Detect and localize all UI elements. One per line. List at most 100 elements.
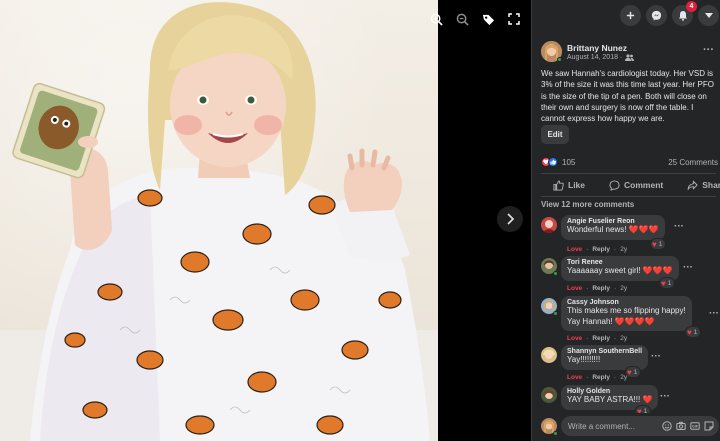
comment-love-link[interactable]: Love [567, 335, 582, 342]
post-header: Brittany Nunez August 14, 2018 · ··· [541, 40, 716, 66]
view-more-comments-link[interactable]: View 12 more comments [541, 200, 634, 209]
commenter-name[interactable]: Cassy Johnson [567, 299, 686, 306]
comment-time[interactable]: 2y [620, 285, 627, 292]
post-photo[interactable] [0, 0, 438, 441]
top-bar: 4 [532, 0, 720, 32]
comment-reply-link[interactable]: Reply [592, 374, 610, 381]
bell-icon [678, 11, 687, 21]
author-name[interactable]: Brittany Nunez [567, 43, 627, 53]
comment-reactions[interactable]: ♥ 1 [686, 327, 701, 337]
comment-reactions[interactable]: ♥ 1 [651, 239, 666, 249]
commenter-avatar[interactable] [541, 387, 557, 403]
like-reaction-icon [548, 157, 558, 167]
commenter-name[interactable]: Tori Renee [567, 259, 673, 266]
commenter-avatar[interactable] [541, 347, 557, 363]
commenter-name[interactable]: Shannyn SouthernBell [567, 348, 642, 355]
comment-button[interactable]: Comment [597, 176, 675, 194]
emoji-icon[interactable] [662, 421, 672, 431]
love-reaction-icon: ♥ [652, 239, 657, 249]
comment-actions: Love · Reply · 2y [567, 335, 628, 342]
comment-love-link[interactable]: Love [567, 285, 582, 292]
account-menu-button[interactable] [698, 5, 719, 26]
comment-item: Cassy Johnson This makes me so flipping … [541, 296, 720, 344]
comment-options-button[interactable]: ··· [660, 391, 670, 402]
sticker-icon[interactable] [704, 421, 714, 431]
fullscreen-button[interactable] [504, 9, 524, 29]
love-reaction-icon: ♥ [661, 278, 666, 288]
comment-item: Tori Renee Yaaaaaay sweet girl! ❤️❤️❤️ ♥… [541, 256, 720, 296]
gif-icon[interactable]: GIF [690, 421, 700, 431]
comment-reply-link[interactable]: Reply [592, 246, 610, 253]
comment-actions: Love · Reply · 2y [567, 374, 628, 381]
comment-options-button[interactable]: ··· [709, 308, 719, 319]
comments-count[interactable]: 25 Comments [668, 158, 718, 167]
comment-reaction-count: 1 [643, 407, 648, 414]
photo-theater: 4 Brittany Nunez August 14, 2018 · ··· W… [0, 0, 720, 441]
comment-options-button[interactable]: ··· [674, 221, 684, 232]
post-text: We saw Hannah's cardiologist today. Her … [541, 69, 714, 124]
camera-icon[interactable] [676, 421, 686, 431]
svg-text:GIF: GIF [692, 425, 699, 429]
plus-icon [626, 11, 635, 20]
like-label: Like [568, 180, 586, 190]
love-reaction-icon: ♥ [627, 367, 632, 377]
post-options-button[interactable]: ··· [703, 44, 714, 56]
composer-icons: GIF [662, 421, 714, 431]
post-date[interactable]: August 14, 2018 · [567, 54, 622, 61]
comment-reactions[interactable]: ♥ 1 [636, 406, 651, 414]
post-details-panel: 4 Brittany Nunez August 14, 2018 · ··· W… [531, 0, 720, 441]
zoom-in-button[interactable] [426, 9, 446, 29]
comment-reply-link[interactable]: Reply [592, 285, 610, 292]
comment-time[interactable]: 2y [620, 246, 627, 253]
comment-text: Yaaaaaay sweet girl! ❤️❤️❤️ [567, 266, 673, 275]
reactions-summary[interactable]: 105 25 Comments [541, 156, 720, 168]
commenter-avatar[interactable] [541, 217, 557, 233]
zoom-out-icon [456, 13, 469, 26]
comment-options-button[interactable]: ··· [683, 262, 693, 273]
comment-options-button[interactable]: ··· [651, 351, 661, 362]
comment-text: Wonderful news! ❤️❤️❤️ [567, 225, 659, 234]
comment-reactions[interactable]: ♥ 1 [660, 278, 675, 288]
comment-reaction-count: 1 [693, 328, 698, 336]
caret-down-icon [704, 12, 713, 18]
zoom-in-icon [430, 13, 443, 26]
tag-photo-button[interactable] [478, 9, 498, 29]
love-reaction-icon: ♥ [687, 327, 692, 337]
comment-time[interactable]: 2y [620, 335, 627, 342]
comment-reply-link[interactable]: Reply [592, 335, 610, 342]
post-actions: Like Comment Share [541, 176, 720, 194]
tag-icon [482, 14, 494, 25]
comment-item: Shannyn SouthernBell Yay!!!!!!!!! ♥ 1 ··… [541, 345, 720, 385]
friends-icon [625, 54, 635, 61]
like-button[interactable]: Like [541, 176, 597, 194]
commenter-name[interactable]: Holly Golden [567, 388, 652, 395]
commenter-name[interactable]: Angie Fuselier Reon [567, 218, 659, 225]
share-button[interactable]: Share [675, 176, 720, 194]
more-dots-icon: ··· [703, 44, 714, 56]
comment-time[interactable]: 2y [620, 374, 627, 381]
love-reaction-icon: ♥ [637, 406, 642, 414]
comment-bubble: Cassy Johnson This makes me so flipping … [561, 296, 692, 331]
comment-bubble: Shannyn SouthernBell Yay!!!!!!!!! [561, 345, 649, 370]
create-button[interactable] [620, 5, 641, 26]
notifications-button[interactable]: 4 [672, 1, 697, 26]
divider [541, 196, 716, 197]
comment-reactions[interactable]: ♥ 1 [626, 367, 641, 377]
next-photo-button[interactable] [497, 206, 523, 232]
zoom-out-button[interactable] [452, 9, 472, 29]
comment-text: YAY BABY ASTRA!!! ❤️ [567, 395, 653, 404]
comment-bubble: Tori Renee Yaaaaaay sweet girl! ❤️❤️❤️ [561, 256, 679, 281]
messenger-button[interactable] [646, 5, 667, 26]
comment-reaction-count: 1 [667, 279, 672, 287]
post-meta: August 14, 2018 · [567, 54, 635, 61]
edit-button[interactable]: Edit [541, 125, 569, 144]
fullscreen-icon [508, 13, 520, 25]
photo-viewer [0, 0, 531, 441]
online-indicator [553, 431, 558, 436]
comment-love-link[interactable]: Love [567, 374, 582, 381]
comment-reaction-count: 1 [658, 240, 663, 248]
reaction-count[interactable]: 105 [562, 158, 575, 167]
comment-text-line-1: This makes me so flipping happy! [567, 306, 686, 315]
comment-love-link[interactable]: Love [567, 246, 582, 253]
comment-bubble: Angie Fuselier Reon Wonderful news! ❤️❤️… [561, 215, 665, 240]
